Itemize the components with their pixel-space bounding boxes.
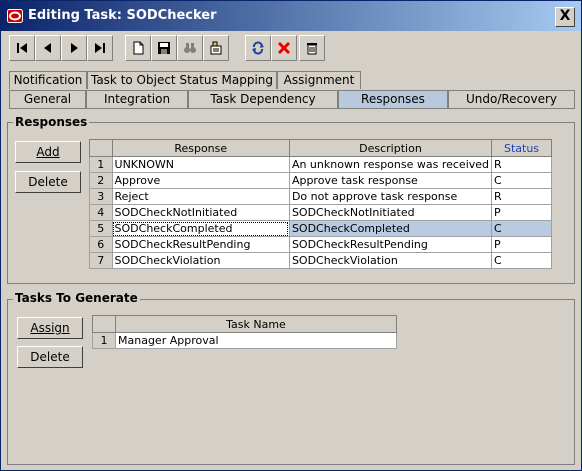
table-row[interactable]: 2 Approve Approve task response C <box>89 172 552 189</box>
table-row-selected[interactable]: 5 SODCheckCompleted SODCheckCompleted C <box>89 220 552 237</box>
last-icon <box>95 43 105 53</box>
row-number: 5 <box>89 220 113 237</box>
response-cell[interactable]: SODCheckNotInitiated <box>111 204 290 221</box>
column-header-task-name[interactable]: Task Name <box>115 315 397 333</box>
table-row[interactable]: 1 UNKNOWN An unknown response was receiv… <box>89 156 552 173</box>
description-cell[interactable]: SODCheckViolation <box>288 252 493 269</box>
assign-task-button[interactable]: Assign <box>17 317 83 339</box>
table-row[interactable]: 6 SODCheckResultPending SODCheckResultPe… <box>89 236 552 253</box>
column-header-response[interactable]: Response <box>111 139 290 157</box>
window-title: Editing Task: SODChecker <box>28 8 217 23</box>
next-record-button[interactable] <box>61 35 87 61</box>
find-button[interactable] <box>177 35 203 61</box>
red-x-icon <box>277 41 291 55</box>
table-row[interactable]: 1 Manager Approval <box>92 332 397 349</box>
description-cell[interactable]: SODCheckNotInitiated <box>288 204 493 221</box>
new-document-icon <box>133 41 144 55</box>
refresh-button[interactable] <box>245 35 271 61</box>
tab-task-to-object-status-mapping[interactable]: Task to Object Status Mapping <box>87 71 277 89</box>
tab-task-dependency[interactable]: Task Dependency <box>188 90 338 108</box>
add-response-button[interactable]: Add <box>15 141 81 163</box>
status-cell[interactable]: P <box>491 204 552 221</box>
prev-icon <box>44 43 51 53</box>
responses-header-row: Response Description Status <box>89 139 552 157</box>
save-icon <box>158 42 170 54</box>
response-cell[interactable]: SODCheckResultPending <box>111 236 290 253</box>
response-cell[interactable]: UNKNOWN <box>111 156 290 173</box>
delete-button[interactable] <box>299 35 325 61</box>
last-record-button[interactable] <box>87 35 113 61</box>
row-number-header <box>92 315 116 333</box>
status-cell[interactable]: R <box>491 156 552 173</box>
cancel-button[interactable] <box>271 35 297 61</box>
assign-label: Assign <box>30 321 70 335</box>
status-cell[interactable]: R <box>491 188 552 205</box>
row-number: 2 <box>89 172 113 189</box>
tab-assignment[interactable]: Assignment <box>277 71 361 89</box>
binoculars-icon <box>184 43 196 53</box>
table-row[interactable]: 4 SODCheckNotInitiated SODCheckNotInitia… <box>89 204 552 221</box>
description-cell[interactable]: Approve task response <box>288 172 493 189</box>
row-number: 1 <box>89 156 113 173</box>
column-header-description[interactable]: Description <box>288 139 493 157</box>
delete-task-button[interactable]: Delete <box>17 346 83 368</box>
responses-group-title: Responses <box>13 115 90 129</box>
close-button[interactable]: X <box>555 7 575 27</box>
row-number: 6 <box>89 236 113 253</box>
first-record-button[interactable] <box>9 35 35 61</box>
description-cell[interactable]: SODCheckResultPending <box>288 236 493 253</box>
column-header-status[interactable]: Status <box>491 139 552 157</box>
row-number: 7 <box>89 252 113 269</box>
description-cell[interactable]: Do not approve task response <box>288 188 493 205</box>
tab-undo-recovery[interactable]: Undo/Recovery <box>448 90 575 108</box>
status-cell[interactable]: P <box>491 236 552 253</box>
properties-button[interactable] <box>203 35 229 61</box>
oracle-logo-icon <box>7 9 23 23</box>
row-number: 3 <box>89 188 113 205</box>
response-cell[interactable]: SODCheckViolation <box>111 252 290 269</box>
first-icon <box>17 43 27 53</box>
properties-icon <box>210 41 222 55</box>
response-cell[interactable]: SODCheckCompleted <box>111 220 290 237</box>
tab-integration[interactable]: Integration <box>86 90 188 108</box>
tab-responses[interactable]: Responses <box>338 90 448 108</box>
editing-task-window: Editing Task: SODChecker X Notification … <box>0 0 582 471</box>
delete-response-button[interactable]: Delete <box>15 171 81 193</box>
add-label: Add <box>36 145 60 159</box>
row-number: 4 <box>89 204 113 221</box>
response-cell[interactable]: Reject <box>111 188 290 205</box>
tasks-to-generate-title: Tasks To Generate <box>13 291 140 305</box>
tasks-table: Task Name 1 Manager Approval <box>92 315 397 349</box>
delete-task-label: Delete <box>30 350 70 364</box>
row-number-header <box>89 139 113 157</box>
save-button[interactable] <box>151 35 177 61</box>
status-cell[interactable]: C <box>491 220 552 237</box>
status-cell[interactable]: C <box>491 252 552 269</box>
status-cell[interactable]: C <box>491 172 552 189</box>
trash-icon <box>307 43 317 55</box>
refresh-icon <box>252 41 264 55</box>
delete-label: Delete <box>28 175 68 189</box>
tasks-header-row: Task Name <box>92 315 397 333</box>
tab-general[interactable]: General <box>9 90 86 108</box>
next-icon <box>71 43 78 53</box>
description-cell[interactable]: SODCheckCompleted <box>288 220 493 237</box>
responses-table: Response Description Status 1 UNKNOWN An… <box>89 139 552 269</box>
new-button[interactable] <box>125 35 151 61</box>
task-name-cell[interactable]: Manager Approval <box>115 332 397 349</box>
title-bar[interactable]: Editing Task: SODChecker X <box>1 1 581 31</box>
description-cell[interactable]: An unknown response was received <box>288 156 493 173</box>
response-cell[interactable]: Approve <box>111 172 290 189</box>
tab-panel-divider <box>9 108 575 109</box>
table-row[interactable]: 7 SODCheckViolation SODCheckViolation C <box>89 252 552 269</box>
tab-notification[interactable]: Notification <box>9 71 87 89</box>
previous-record-button[interactable] <box>35 35 61 61</box>
table-row[interactable]: 3 Reject Do not approve task response R <box>89 188 552 205</box>
row-number: 1 <box>92 332 116 349</box>
